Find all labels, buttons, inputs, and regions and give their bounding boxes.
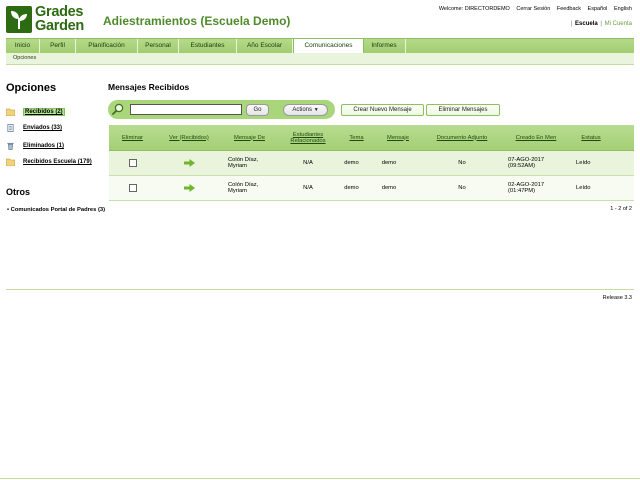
cell-students: N/A [303, 184, 313, 191]
school-name: Adiestramientos (Escuela Demo) [103, 14, 291, 28]
tab-perfil[interactable]: Perfil [40, 39, 76, 53]
delete-checkbox[interactable] [128, 159, 137, 167]
search-input[interactable] [130, 104, 242, 115]
account-links: | Escuela | Mi Cuenta [570, 21, 632, 27]
sidebar-item-label: Recibidos (2) [23, 108, 65, 116]
tab-informes[interactable]: Informes [363, 39, 406, 53]
arrow-right-icon[interactable] [183, 159, 195, 167]
table-row[interactable]: Colón Díaz, Myriam N/A demo demo No 07-A… [109, 151, 634, 176]
logo-line-2: Garden [35, 18, 84, 34]
bullet-icon: • [7, 207, 10, 213]
cell-students: N/A [303, 159, 313, 166]
my-account-link[interactable]: Mi Cuenta [605, 21, 632, 27]
tab-inicio[interactable]: Inicio [6, 39, 40, 53]
bottom-border [0, 478, 640, 479]
cell-status: Leído [576, 184, 591, 191]
welcome-text: Welcome: DIRECTORDEMO [438, 6, 510, 12]
grades-garden-logo[interactable]: Grades Garden [6, 4, 94, 34]
sidebar-item-label: Eliminados (1) [23, 143, 65, 149]
tab-planificacion[interactable]: Planificación [76, 39, 138, 53]
cell-attachment: No [458, 184, 466, 191]
header-mensaje[interactable]: Mensaje [374, 125, 422, 150]
main-nav: Inicio Perfil Planificación Personal Est… [6, 38, 634, 54]
sidebar-item-label: Enviados (33) [23, 125, 63, 131]
table-header: Eliminar Ver (Recibidos) Mensaje De Estu… [109, 125, 634, 151]
header-documento[interactable]: Documento Adjunto [422, 125, 502, 150]
logout-link[interactable]: Cerrar Sesión [516, 6, 550, 12]
trash-icon [7, 142, 14, 150]
tab-comunicaciones[interactable]: Comunicaciones [293, 39, 364, 54]
go-button[interactable]: Go [246, 104, 269, 116]
cell-message: demo [381, 184, 397, 191]
cell-subject: demo [344, 184, 359, 191]
header-mensaje-de[interactable]: Mensaje De [222, 125, 277, 150]
sidebar-item-label: Recibidos Escuela (179) [23, 159, 92, 165]
release-label: Release 3.3 [602, 295, 632, 301]
header-creado[interactable]: Creado En Men [502, 125, 570, 150]
sidebar-title: Opciones [6, 82, 57, 94]
page-title: Mensajes Recibidos [108, 82, 190, 92]
cell-created: 02-AGO-2017 (01:47PM) [508, 181, 545, 195]
delete-checkbox[interactable] [128, 184, 137, 192]
header-estatus[interactable]: Estatus [570, 125, 612, 150]
otros-item-comunicados[interactable]: • Comunicados Portal de Padres (3) [7, 207, 107, 214]
top-links: Welcome: DIRECTORDEMO Cerrar Sesión Feed… [434, 6, 632, 12]
arrow-right-icon[interactable] [183, 184, 195, 192]
subnav-opciones[interactable]: Opciones [13, 55, 36, 61]
logo-line-1: Grades [35, 4, 84, 20]
cell-subject: demo [344, 159, 359, 166]
cell-status: Leído [576, 159, 591, 166]
spanish-link[interactable]: Español [588, 6, 608, 12]
search-icon [112, 103, 124, 115]
cell-attachment: No [458, 159, 466, 166]
folder-icon [6, 108, 15, 116]
cell-from: Colón Díaz, Myriam [228, 181, 259, 195]
otros-title: Otros [6, 187, 31, 197]
footer-divider [6, 289, 634, 290]
cell-from: Colón Díaz, Myriam [228, 156, 259, 170]
delete-messages-button[interactable]: Eliminar Mensajes [426, 104, 500, 116]
header-estudiantes[interactable]: Estudiantes Relacionados [277, 125, 339, 150]
tab-estudiantes[interactable]: Estudiantes [179, 39, 237, 53]
feedback-link[interactable]: Feedback [557, 6, 581, 12]
pager-info: 1 - 2 of 2 [610, 206, 632, 212]
tab-ano-escolar[interactable]: Año Escolar [237, 39, 293, 53]
cell-message: demo [381, 159, 397, 166]
english-link[interactable]: English [614, 6, 632, 12]
document-icon [7, 124, 14, 132]
actions-label: Actions [292, 107, 313, 113]
school-link[interactable]: Escuela [575, 21, 598, 27]
folder-icon [6, 158, 15, 166]
actions-button[interactable]: Actions ▼ [283, 104, 328, 116]
cell-created: 07-AGO-2017 (09:52AM) [508, 156, 545, 170]
table-row[interactable]: Colón Díaz, Myriam N/A demo demo No 02-A… [109, 176, 634, 201]
search-bar: Go Actions ▼ [108, 100, 335, 119]
header-tema[interactable]: Tema [339, 125, 374, 150]
header-eliminar[interactable]: Eliminar [109, 125, 156, 150]
new-message-button[interactable]: Crear Nuevo Mensaje [341, 104, 424, 116]
chevron-down-icon: ▼ [313, 107, 319, 113]
otros-item-label: Comunicados Portal de Padres (3) [10, 207, 106, 213]
header-ver[interactable]: Ver (Recibidos) [156, 125, 222, 150]
sprout-logo-icon [6, 6, 32, 33]
tab-personal[interactable]: Personal [138, 39, 179, 53]
sub-nav: Opciones [6, 53, 634, 65]
logo-text: Grades Garden [35, 4, 84, 34]
